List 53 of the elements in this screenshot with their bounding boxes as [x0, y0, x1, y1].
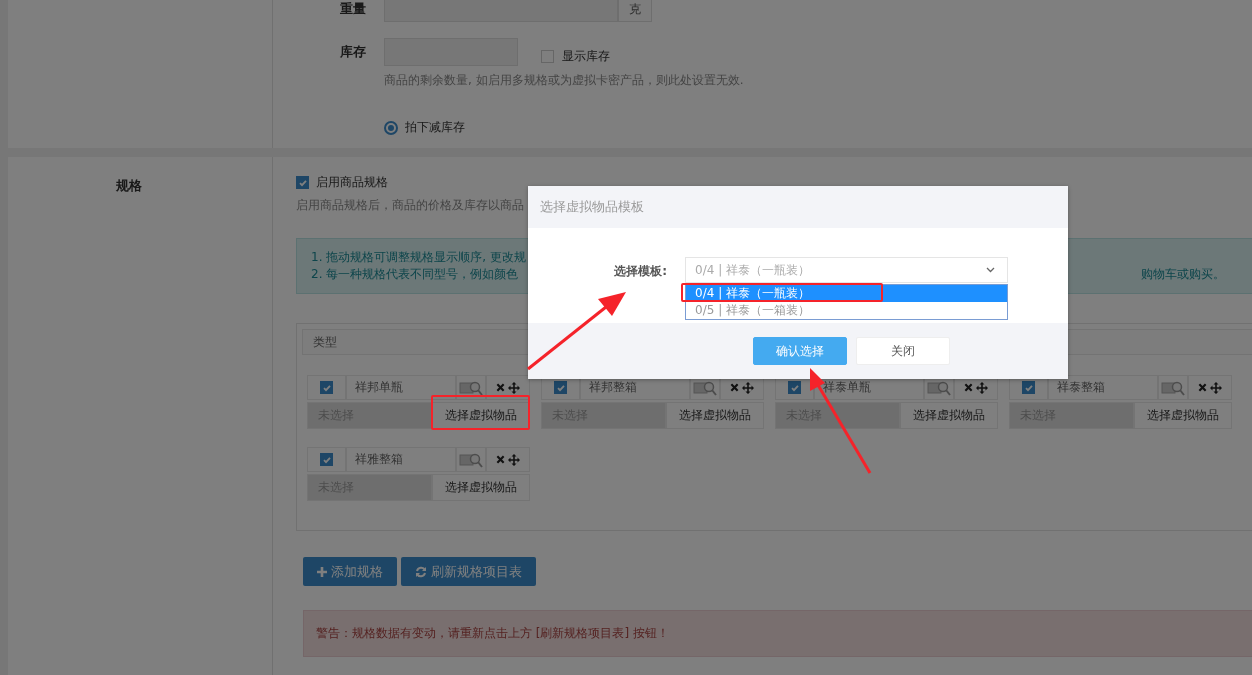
- move-icon[interactable]: [508, 453, 520, 466]
- delete-icon[interactable]: [496, 455, 505, 464]
- confirm-button[interactable]: 确认选择: [753, 337, 847, 365]
- unit-label: 克: [618, 0, 652, 22]
- checkbox[interactable]: [320, 381, 333, 394]
- radio-button[interactable]: [384, 120, 398, 135]
- move-icon[interactable]: [1210, 381, 1222, 394]
- dropdown-option[interactable]: 0/4 | 祥泰（一瓶装）: [686, 285, 1007, 302]
- delete-icon[interactable]: [730, 383, 739, 392]
- move-icon[interactable]: [976, 381, 988, 394]
- close-button[interactable]: 关闭: [856, 337, 950, 365]
- spec-name: 祥泰整箱: [1048, 375, 1158, 400]
- add-spec-button[interactable]: 添加规格: [303, 557, 397, 586]
- section-label: 规格: [115, 177, 143, 195]
- image-search-icon[interactable]: [459, 451, 483, 468]
- tip-text: 2. 每一种规格代表不同型号，例如颜色: [311, 266, 519, 283]
- tip-text: 1. 拖动规格可调整规格显示顺序, 更改规: [311, 249, 526, 266]
- delete-icon[interactable]: [964, 383, 973, 392]
- spec-name: 祥雅整箱: [346, 447, 456, 472]
- refresh-icon: [415, 565, 427, 578]
- checkbox[interactable]: [296, 176, 309, 189]
- checkbox-label: 启用商品规格: [316, 174, 388, 191]
- refresh-button[interactable]: 刷新规格项目表: [401, 557, 536, 586]
- image-search-icon[interactable]: [1161, 379, 1185, 396]
- checkbox-label: 显示库存: [562, 47, 610, 65]
- delete-icon[interactable]: [496, 383, 505, 392]
- checkbox[interactable]: [541, 49, 554, 63]
- field-label: 选择模板:: [613, 263, 668, 280]
- plus-icon: [317, 566, 327, 577]
- select-item-button[interactable]: 选择虚拟物品: [432, 474, 530, 501]
- checkbox[interactable]: [1022, 381, 1035, 394]
- select-item-button[interactable]: 选择虚拟物品: [666, 402, 764, 429]
- field-label: 重量: [339, 0, 367, 18]
- delete-icon[interactable]: [1198, 383, 1207, 392]
- chevron-down-icon: [986, 267, 995, 273]
- image-search-icon[interactable]: [693, 379, 717, 396]
- checkbox[interactable]: [788, 381, 801, 394]
- select-item-button[interactable]: 选择虚拟物品: [1134, 402, 1232, 429]
- select-item-button[interactable]: 选择虚拟物品: [900, 402, 998, 429]
- image-search-icon[interactable]: [927, 379, 951, 396]
- field-label: 库存: [339, 43, 367, 61]
- image-search-icon[interactable]: [459, 379, 483, 396]
- radio-label: 拍下减库存: [405, 119, 465, 136]
- checkbox[interactable]: [320, 453, 333, 466]
- tip-text: 购物车或购买。: [1141, 266, 1225, 283]
- dialog-title: 选择虚拟物品模板: [540, 198, 644, 216]
- group-title: 类型: [313, 333, 337, 351]
- move-icon[interactable]: [742, 381, 754, 394]
- dropdown-option[interactable]: 0/5 | 祥泰（一箱装）: [686, 302, 1007, 319]
- checkbox[interactable]: [554, 381, 567, 394]
- template-select[interactable]: 0/4 | 祥泰（一瓶装）: [685, 257, 1008, 283]
- move-icon[interactable]: [508, 381, 520, 394]
- spec-name: 祥邦单瓶: [346, 375, 456, 400]
